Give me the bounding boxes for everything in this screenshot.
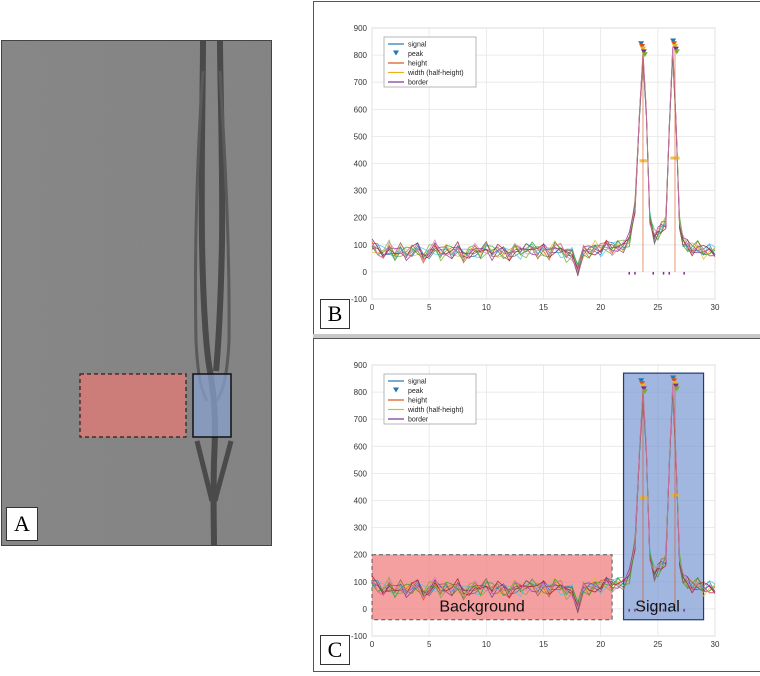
y-tick-label: 600 — [354, 105, 368, 114]
legend-entry: width (half-height) — [407, 70, 464, 77]
legend: signal peak height width (half-height) borde… — [383, 36, 477, 88]
chart-b-svg: -10001002003004005006007008009000 5 10 15 20… — [351, 24, 720, 312]
chart-c-svg: -10001002003004005006007008009000 5 10 15 20… — [351, 361, 720, 649]
y-tick-label: 0 — [363, 605, 368, 614]
y-tick-label: 100 — [354, 241, 368, 250]
y-tick-label: 200 — [354, 214, 368, 223]
x-tick-label: 30 — [711, 640, 720, 649]
signal-region — [192, 373, 232, 438]
y-tick-label: 300 — [354, 187, 368, 196]
legend-entry: signal — [408, 42, 427, 49]
y-tick-label: 400 — [354, 160, 368, 169]
y-tick-label: 0 — [363, 268, 368, 277]
y-tick-label: 400 — [354, 497, 368, 506]
y-tick-label: 300 — [354, 524, 368, 533]
x-tick-label: 15 — [539, 640, 548, 649]
legend-entry: border — [408, 417, 429, 424]
x-tick-label: 20 — [596, 640, 605, 649]
legend-entry: signal — [408, 379, 427, 386]
y-tick-label: 500 — [354, 469, 368, 478]
y-tick-label: 900 — [354, 361, 368, 370]
x-tick-label: 5 — [427, 640, 432, 649]
x-tick-label: 10 — [482, 640, 491, 649]
x-tick-label: 30 — [711, 303, 720, 312]
x-tick-label: 0 — [370, 640, 375, 649]
x-tick-label: 25 — [653, 640, 662, 649]
y-tick-label: 700 — [354, 78, 368, 87]
background-region — [79, 373, 187, 438]
microscopy-image — [2, 41, 271, 545]
y-tick-label: 100 — [354, 578, 368, 587]
y-tick-label: 200 — [354, 551, 368, 560]
legend-entry: peak — [408, 51, 424, 58]
y-tick-label: 800 — [354, 388, 368, 397]
panel-a-image: A — [1, 40, 272, 546]
legend-entry: height — [408, 398, 427, 405]
panel-label-c: C — [320, 635, 350, 665]
panel-label-a: A — [6, 507, 38, 541]
signal-region-box — [622, 372, 705, 621]
signal-region-label: Signal — [635, 599, 679, 616]
y-tick-label: 900 — [354, 24, 368, 33]
panel-b-chart: -100 0 100 200 300 400 500 600 700 800 900 0 5 10 15 20… — [313, 1, 760, 336]
y-tick-label: -100 — [351, 632, 368, 641]
x-tick-label: 20 — [596, 303, 605, 312]
y-tick-label: 700 — [354, 415, 368, 424]
y-tick-label: 500 — [354, 132, 368, 141]
y-tick-label: -100 — [351, 295, 368, 304]
x-tick-label: 5 — [427, 303, 432, 312]
panel-label-b: B — [320, 299, 350, 329]
legend-entry: height — [408, 61, 427, 68]
y-tick-label: 600 — [354, 442, 368, 451]
x-tick-label: 25 — [653, 303, 662, 312]
legend: signal peak height width (half-height) borde… — [383, 373, 477, 425]
x-tick-label: 10 — [482, 303, 491, 312]
legend-entry: width (half-height) — [407, 407, 464, 414]
panel-c-chart: -100 0 100 200 300 400 500 600 700 800 900 0 5 10 15 20… — [313, 338, 760, 672]
background-region-label: Background — [439, 599, 524, 616]
x-tick-label: 0 — [370, 303, 375, 312]
legend-entry: peak — [408, 388, 424, 395]
y-tick-label: 800 — [354, 51, 368, 60]
legend-entry: border — [408, 80, 429, 87]
x-tick-label: 15 — [539, 303, 548, 312]
